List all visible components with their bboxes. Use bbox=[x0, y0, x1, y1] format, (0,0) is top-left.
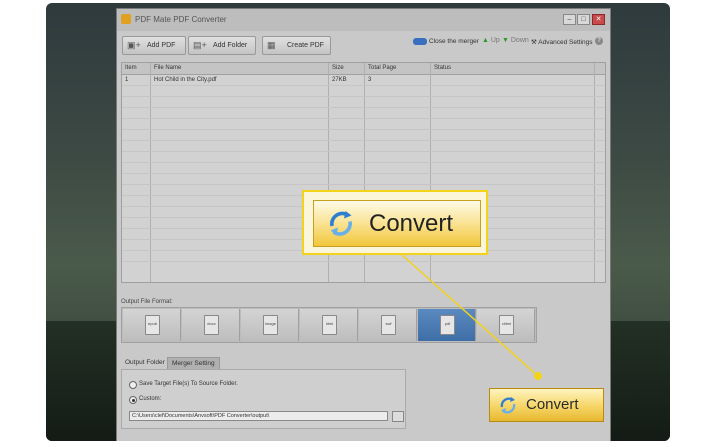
convert-zoomed-label: Convert bbox=[369, 210, 454, 237]
callout-line bbox=[401, 254, 539, 377]
convert-button-zoomed[interactable]: Convert bbox=[313, 200, 481, 247]
callout-dot bbox=[534, 372, 542, 380]
convert-callout: Convert bbox=[302, 190, 488, 255]
convert-arrows-icon bbox=[330, 211, 352, 236]
